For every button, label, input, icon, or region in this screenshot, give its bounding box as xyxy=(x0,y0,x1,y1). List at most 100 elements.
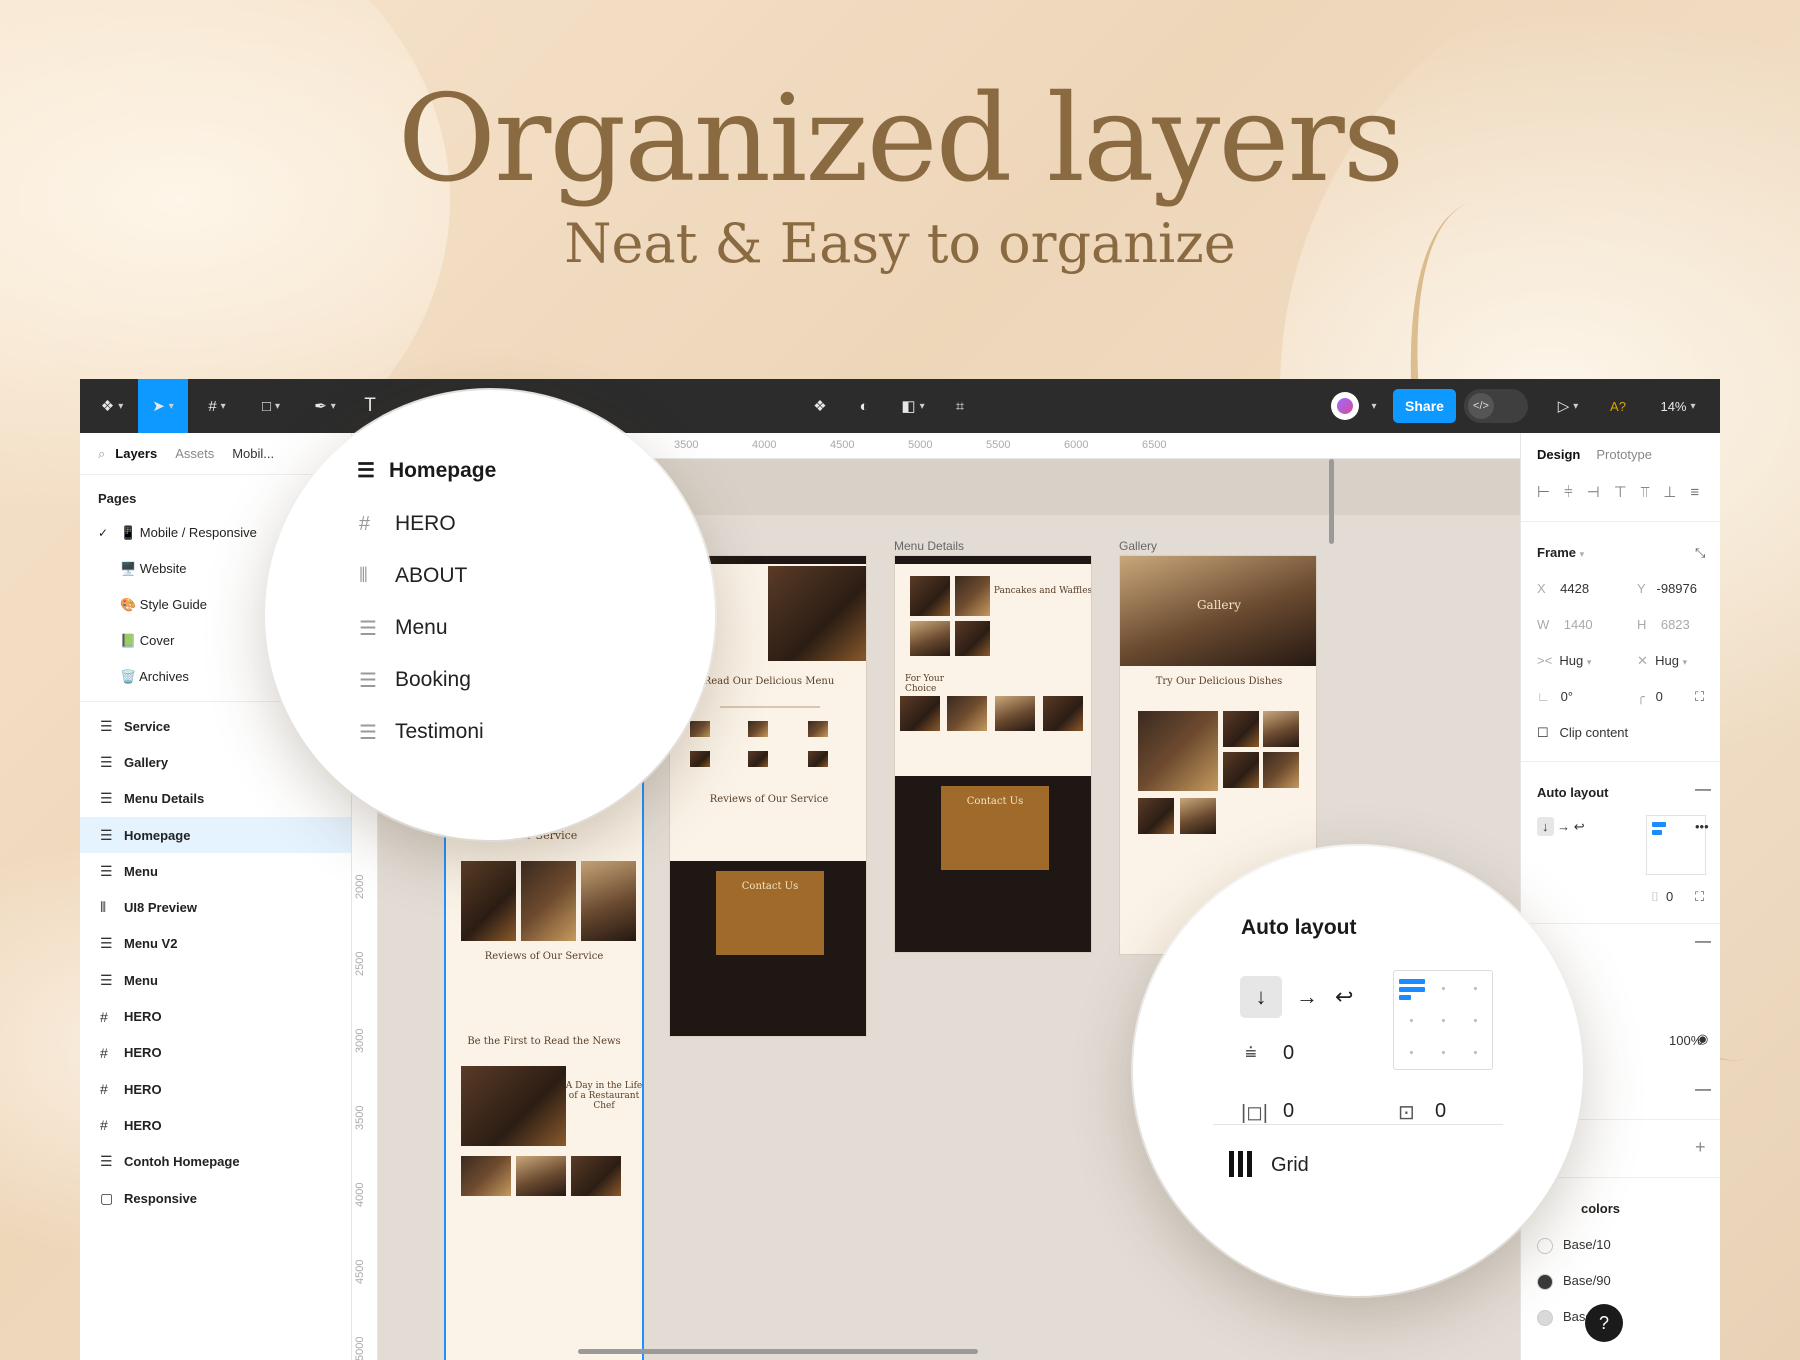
move-tool-button[interactable]: ➤ ▾ xyxy=(138,379,188,433)
direction-buttons[interactable]: ↓ → ↩ xyxy=(1537,817,1585,836)
frame-icon: # xyxy=(100,1081,108,1098)
vertical-padding-value[interactable]: 0 xyxy=(1435,1100,1446,1123)
remove-button[interactable]: — xyxy=(1695,933,1711,951)
layer-item[interactable]: ⦀ UI8 Preview xyxy=(80,889,351,925)
boolean-button[interactable]: ◧ ▾ xyxy=(888,379,938,433)
layer-item[interactable]: ☰ Menu V2 xyxy=(80,926,351,962)
zoom-layer-item[interactable]: ⦀ ABOUT xyxy=(359,564,467,588)
contrast-icon: ◐ xyxy=(859,397,869,415)
grid-label[interactable]: Grid xyxy=(1271,1154,1309,1177)
frame-title[interactable]: Frame ▾ xyxy=(1537,545,1584,560)
horizontal-scrollbar[interactable] xyxy=(578,1349,978,1354)
h-field[interactable]: H 6823 xyxy=(1637,617,1690,632)
layer-item[interactable]: # HERO xyxy=(80,1107,351,1143)
color-style-item[interactable]: Base/10 xyxy=(1537,1237,1611,1254)
layer-item[interactable]: # HERO xyxy=(80,1035,351,1071)
layer-item[interactable]: ☰ Menu xyxy=(80,853,351,889)
layer-item[interactable]: ☰ Homepage xyxy=(80,816,351,854)
avatar-menu-button[interactable]: ▾ xyxy=(1364,379,1380,433)
section-title: For Your Choice xyxy=(905,674,945,694)
share-button[interactable]: Share xyxy=(1393,389,1456,423)
play-icon: ▷ xyxy=(1557,398,1570,415)
present-button[interactable]: ▷ ▾ xyxy=(1548,379,1588,433)
more-options-icon[interactable]: ••• xyxy=(1695,819,1709,834)
width-sizing[interactable]: >< Hug ▾ xyxy=(1537,653,1591,668)
rectangle-icon: □ xyxy=(261,397,272,415)
radius-field[interactable]: ╭ 0 xyxy=(1637,689,1663,705)
component-icon: ❖ xyxy=(813,398,827,415)
layer-label: HERO xyxy=(124,1045,162,1061)
avatar[interactable] xyxy=(1331,392,1359,420)
ruler-tick: 3500 xyxy=(674,439,699,451)
zoom-layer-item[interactable]: ☰ Booking xyxy=(359,668,471,692)
list-icon: ☰ xyxy=(100,971,113,988)
vertical-scrollbar[interactable] xyxy=(1329,459,1334,544)
image xyxy=(808,751,828,767)
search-icon[interactable]: ⌕ xyxy=(98,446,105,462)
zoom-layer-item[interactable]: ☰ Menu xyxy=(359,616,448,640)
alignment-grid[interactable] xyxy=(1393,970,1493,1070)
resize-to-fit-icon[interactable]: ⤡ xyxy=(1695,545,1705,561)
tab-design[interactable]: Design xyxy=(1537,447,1580,462)
clip-content-checkbox[interactable]: ☐ Clip content xyxy=(1537,725,1628,741)
wrap-icon[interactable]: ↩ xyxy=(1335,984,1353,1010)
add-icon[interactable]: + xyxy=(1695,1137,1706,1158)
missing-fonts-button[interactable]: A? xyxy=(1604,379,1632,433)
list-icon: ☰ xyxy=(100,717,113,734)
zoom-layer-item[interactable]: # HERO xyxy=(359,512,456,536)
frame-menu-details[interactable]: Pancakes and Waffles For Your Choice Con… xyxy=(894,555,1092,953)
remove-button[interactable]: — xyxy=(1695,1081,1711,1099)
rotation-field[interactable]: ∟ 0° xyxy=(1537,689,1573,704)
main-menu-button[interactable]: ❖ ▾ xyxy=(88,379,136,433)
component-button[interactable]: ❖ xyxy=(802,379,838,433)
zoom-layer-item[interactable]: ☰ Testimoni xyxy=(359,720,484,744)
color-style-item[interactable]: Base/90 xyxy=(1537,1273,1611,1290)
corner-icon[interactable]: ⛶ xyxy=(1695,689,1704,705)
shape-tool-button[interactable]: □ ▾ xyxy=(246,379,296,433)
height-sizing[interactable]: ✕ Hug ▾ xyxy=(1637,653,1687,669)
page-switcher[interactable]: Mobil... xyxy=(232,446,274,461)
arrow-down-icon[interactable]: ↓ xyxy=(1240,976,1282,1018)
tab-assets[interactable]: Assets xyxy=(175,446,214,461)
alignment-tools[interactable]: ⊢⫩⊣⊤⫪⊥≡ xyxy=(1537,483,1713,501)
crop-button[interactable]: ⌗ xyxy=(942,379,978,433)
ruler-tick: 4500 xyxy=(354,1259,366,1284)
list-icon: ☰ xyxy=(100,790,113,807)
auto-layout-title: Auto layout xyxy=(1537,785,1609,800)
pen-icon: ✒ xyxy=(314,398,327,415)
frame-icon: # xyxy=(100,1117,108,1134)
zoom-layer-label: HERO xyxy=(395,512,456,535)
list-icon: ☰ xyxy=(357,460,375,482)
zoom-menu[interactable]: 14% ▾ xyxy=(1650,379,1706,433)
layer-item[interactable]: ☰ Menu xyxy=(80,962,351,998)
ruler-tick: 5000 xyxy=(354,1336,366,1360)
dev-mode-toggle[interactable]: </> xyxy=(1464,389,1528,423)
list-icon: ☰ xyxy=(100,1153,113,1170)
remove-auto-layout-button[interactable]: — xyxy=(1695,781,1711,799)
arrow-right-icon[interactable]: → xyxy=(1296,984,1318,1010)
padding-field[interactable]: ⌷ 0 xyxy=(1651,889,1673,905)
gap-value[interactable]: 0 xyxy=(1283,1042,1294,1065)
layer-item[interactable]: ☰ Contoh Homepage xyxy=(80,1144,351,1180)
help-button[interactable]: ? xyxy=(1585,1304,1623,1342)
layer-label: Responsive xyxy=(124,1190,197,1206)
mask-button[interactable]: ◐ xyxy=(846,379,882,433)
layer-item[interactable]: # HERO xyxy=(80,1071,351,1107)
zoom-autolayout-title: Auto layout xyxy=(1241,916,1357,939)
layer-label: Menu xyxy=(124,863,158,879)
tab-layers[interactable]: Layers xyxy=(115,446,157,461)
layer-item[interactable]: ▢ Responsive xyxy=(80,1180,351,1216)
padding-icon[interactable]: ⛶ xyxy=(1695,889,1704,905)
tab-prototype[interactable]: Prototype xyxy=(1596,447,1652,462)
pen-tool-button[interactable]: ✒ ▾ xyxy=(300,379,350,433)
y-field[interactable]: Y -98976 xyxy=(1637,581,1697,596)
code-icon: </> xyxy=(1468,393,1494,419)
x-field[interactable]: X 4428 xyxy=(1537,581,1589,596)
horizontal-padding-value[interactable]: 0 xyxy=(1283,1100,1294,1123)
section-title: Reviews of Our Service xyxy=(709,794,829,805)
arrow-down-icon[interactable]: ↓ xyxy=(1537,817,1554,836)
w-field[interactable]: W 1440 xyxy=(1537,617,1593,632)
layer-item[interactable]: # HERO xyxy=(80,998,351,1034)
eye-icon[interactable]: ◉ xyxy=(1697,1031,1708,1047)
frame-tool-button[interactable]: # ▾ xyxy=(192,379,242,433)
